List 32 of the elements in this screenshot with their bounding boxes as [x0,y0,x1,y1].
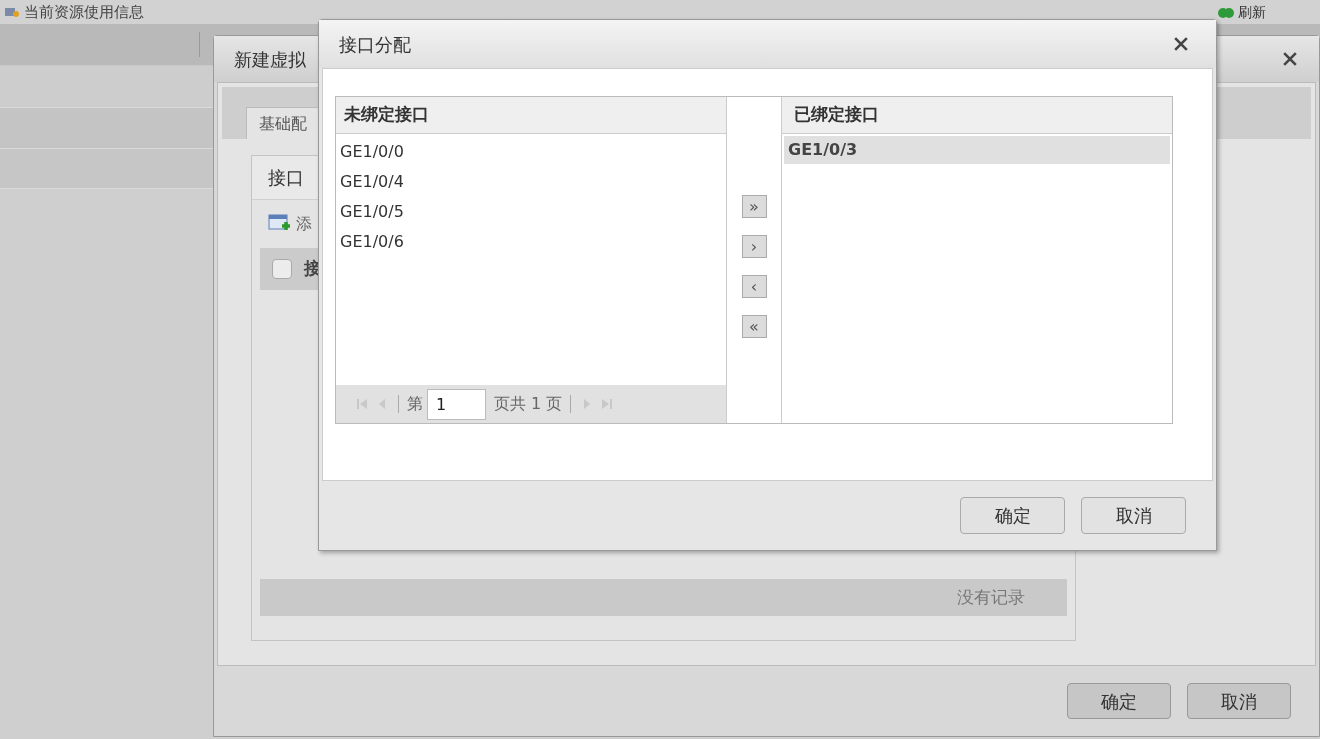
refresh-link[interactable]: 刷新 [1238,1,1266,23]
list-item[interactable]: GE1/0/5 [336,197,726,227]
confirm-button[interactable]: 确定 [1067,683,1171,719]
list-item[interactable]: GE1/0/6 [336,227,726,257]
page-input[interactable]: 1 [427,388,486,420]
page-label: 第 [407,393,423,415]
dialog-title: 接口分配 [339,32,411,57]
close-icon[interactable] [1283,52,1297,66]
dialog-title: 新建虚拟 [234,47,306,72]
transfer-button[interactable]: › [741,235,767,258]
transfer-button[interactable]: ‹ [741,275,767,298]
page-title: 当前资源使用信息 [24,1,144,23]
cancel-button[interactable]: 取消 [1187,683,1291,719]
page-count: 页共 1 页 [494,393,563,415]
list-item[interactable]: GE1/0/0 [336,137,726,167]
first-page-icon[interactable] [354,396,370,412]
cancel-button[interactable]: 取消 [1081,497,1186,534]
panel-title: 接口 [268,166,304,190]
list-header: 已绑定接口 [794,103,879,127]
key-icon [4,5,20,19]
checkbox[interactable] [272,259,292,279]
transfer-button[interactable]: « [741,315,767,338]
add-button[interactable]: 添 [296,212,312,236]
refresh-icon[interactable] [1218,5,1234,19]
empty-message: 没有记录 [957,585,1025,609]
list-header: 未绑定接口 [344,103,429,127]
tab[interactable]: 基础配 [246,107,320,139]
list-item[interactable]: GE1/0/3 [784,136,1170,164]
close-icon[interactable] [1174,37,1188,51]
list-item[interactable]: GE1/0/4 [336,167,726,197]
transfer-button[interactable]: » [741,195,767,218]
confirm-button[interactable]: 确定 [960,497,1065,534]
